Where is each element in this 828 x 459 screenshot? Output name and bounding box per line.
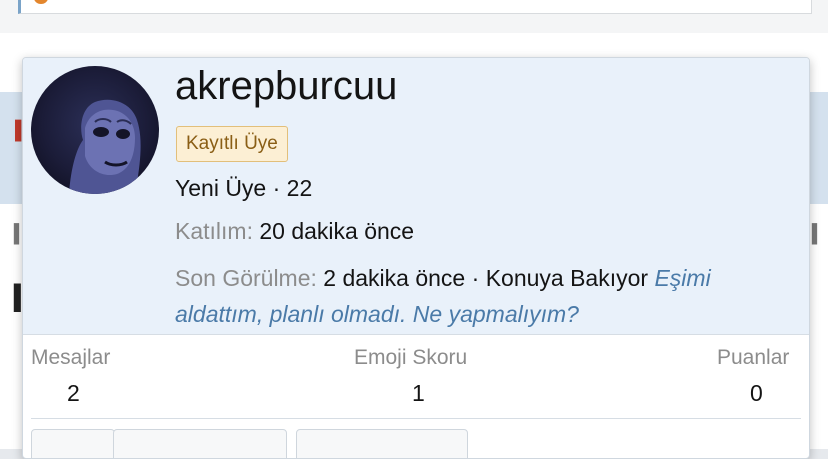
separator-dot: · <box>471 265 480 291</box>
member-tooltip-header: akrepburcuu Kayıtlı Üye Yeni Üye · 22 Ka… <box>23 58 809 335</box>
stat-value-points[interactable]: 0 <box>750 380 763 407</box>
last-seen-line: Son Görülme: 2 dakika önce · Konuya Bakı… <box>175 260 790 332</box>
stats-divider <box>31 418 801 419</box>
member-age: 22 <box>286 175 313 201</box>
joined-line: Katılım: 20 dakika önce <box>175 218 414 245</box>
user-title-badge: Kayıtlı Üye <box>176 126 288 162</box>
stat-label-reaction-score: Emoji Skoru <box>354 346 468 369</box>
separator-dot: · <box>272 175 281 201</box>
last-seen-value: 2 dakika önce <box>323 265 466 291</box>
activity-text: Konuya Bakıyor <box>485 265 649 291</box>
background-input-field <box>18 0 812 14</box>
stat-label-messages: Mesajlar <box>31 346 111 369</box>
background-top-bar <box>0 0 828 34</box>
avatar-face-image <box>69 99 141 194</box>
username[interactable]: akrepburcuu <box>175 64 397 109</box>
last-seen-label: Son Görülme: <box>175 265 317 291</box>
member-tooltip-card: akrepburcuu Kayıtlı Üye Yeni Üye · 22 Ka… <box>22 57 810 459</box>
member-stats: Mesajlar 2 Emoji Skoru 1 Puanlar 0 <box>23 336 809 418</box>
avatar[interactable] <box>31 66 159 194</box>
joined-value: 20 dakika önce <box>259 218 415 244</box>
background-fragment-right: ▍ <box>812 224 826 244</box>
stat-value-reaction-score[interactable]: 1 <box>412 380 425 407</box>
stat-label-points: Puanlar <box>717 346 790 369</box>
action-button-2[interactable] <box>113 429 287 458</box>
stat-value-messages[interactable]: 2 <box>67 380 80 407</box>
member-rank: Yeni Üye <box>175 175 267 201</box>
joined-label: Katılım: <box>175 218 253 244</box>
member-rank-line: Yeni Üye · 22 <box>175 175 312 202</box>
action-button-1[interactable] <box>31 429 115 458</box>
action-button-3[interactable] <box>296 429 468 458</box>
